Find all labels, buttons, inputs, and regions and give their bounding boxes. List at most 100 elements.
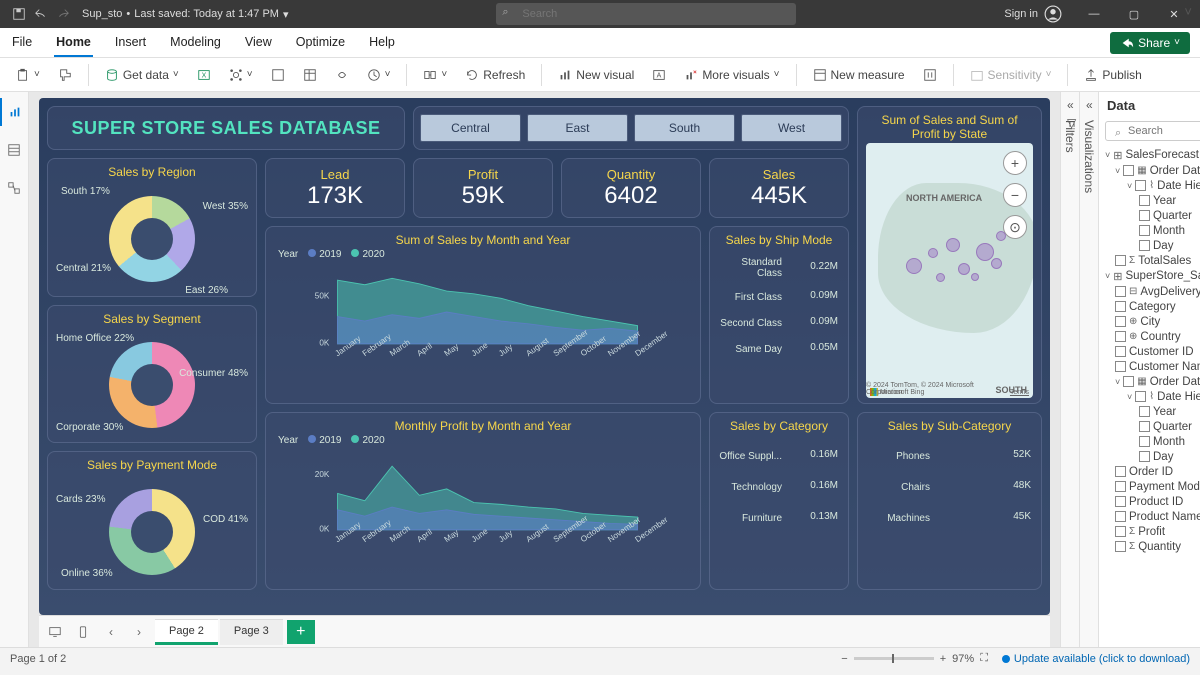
table-item[interactable]: ˅⊞SalesForecast [1103,147,1200,163]
field-item[interactable]: Payment Mode [1103,479,1200,494]
page-next-icon[interactable]: › [127,620,151,644]
minimize-button[interactable]: — [1076,0,1112,28]
tab-insert[interactable]: Insert [113,29,148,57]
tab-modeling[interactable]: Modeling [168,29,223,57]
filename[interactable]: Sup_sto • Last saved: Today at 1:47 PM ▾ [82,8,288,21]
tab-view[interactable]: View [243,29,274,57]
map-lasso-icon[interactable]: ⊙ [1003,215,1027,239]
field-item[interactable]: Day [1103,238,1200,253]
field-item[interactable]: Customer ID [1103,344,1200,359]
visualizations-panel-collapsed[interactable]: « Visualizations [1079,92,1098,647]
recent-button[interactable]: ˅ [361,65,397,85]
field-item[interactable]: ΣQuantity [1103,539,1200,554]
dashboard-title-card[interactable]: SUPER STORE SALES DATABASE [47,106,405,150]
field-item[interactable]: Product ID [1103,494,1200,509]
kpi-sales[interactable]: Sales445K [709,158,849,218]
more-visuals-button[interactable]: More visuals˅ [678,65,785,85]
fit-page-icon[interactable]: ⛶ [980,652,988,665]
field-item[interactable]: ⊟AvgDelivery_D... [1103,284,1200,299]
redo-icon[interactable] [52,3,74,25]
field-item[interactable]: ⊕Country [1103,329,1200,344]
field-item[interactable]: ˅▦Order Date [1103,163,1200,178]
model-view-icon[interactable] [0,174,28,202]
desktop-view-icon[interactable] [43,620,67,644]
profit-linechart-card[interactable]: Monthly Profit by Month and Year Year201… [265,412,701,590]
report-view-icon[interactable] [0,98,28,126]
category-bar-card[interactable]: Sales by Category Office Suppl...0.16MTe… [709,412,849,590]
update-available-link[interactable]: Update available (click to download) [1002,653,1190,665]
page-prev-icon[interactable]: ‹ [99,620,123,644]
undo-icon[interactable] [30,3,52,25]
format-painter-button[interactable] [52,65,78,85]
report-canvas[interactable]: SUPER STORE SALES DATABASE CentralEastSo… [39,98,1050,615]
map-visual[interactable]: NORTH AMERICA SOUTH + − ⊙ Microsoft Bing [866,143,1033,398]
region-slicer[interactable]: CentralEastSouthWest [413,106,849,150]
field-item[interactable]: ˅▦Order Date [1103,374,1200,389]
page-tab[interactable]: Page 2 [155,619,218,645]
region-donut-card[interactable]: Sales by Region South 17% West 35% Centr… [47,158,257,297]
kpi-lead[interactable]: Lead173K [265,158,405,218]
field-item[interactable]: ⊕City [1103,314,1200,329]
kpi-profit[interactable]: Profit59K [413,158,553,218]
sales-linechart-card[interactable]: Sum of Sales by Month and Year Year20192… [265,226,701,404]
subcategory-bar-card[interactable]: Sales by Sub-Category Phones52KChairs48K… [857,412,1042,590]
zoom-out-icon[interactable]: − [841,653,847,665]
maximize-button[interactable]: ▢ [1116,0,1152,28]
map-terms-link[interactable]: Terms [1010,389,1029,396]
tab-file[interactable]: File [10,29,34,57]
field-item[interactable]: Customer Name [1103,359,1200,374]
expand-filters-icon[interactable]: « [1067,98,1074,112]
publish-button[interactable]: Publish [1078,65,1147,85]
map-zoom-in-icon[interactable]: + [1003,151,1027,175]
enter-data-button[interactable] [297,65,323,85]
field-item[interactable]: Quarter [1103,419,1200,434]
refresh-button[interactable]: Refresh [459,65,531,85]
field-item[interactable]: Year [1103,404,1200,419]
slicer-west[interactable]: West [741,114,842,142]
mobile-view-icon[interactable] [71,620,95,644]
page-tab[interactable]: Page 3 [220,619,283,645]
field-item[interactable]: ˅⌇Date Hierarc... [1103,178,1200,193]
payment-donut-card[interactable]: Sales by Payment Mode Cards 23% COD 41% … [47,451,257,590]
map-card[interactable]: Sum of Sales and Sum of Profit by State … [857,106,1042,404]
zoom-control[interactable]: −+97%⛶ [841,652,988,665]
textbox-button[interactable]: A [646,65,672,85]
kpi-quantity[interactable]: Quantity6402 [561,158,701,218]
field-item[interactable]: ΣProfit [1103,524,1200,539]
quick-measure-button[interactable] [917,65,943,85]
ship-bar-card[interactable]: Sales by Ship Mode Standard Class0.22MFi… [709,226,849,404]
slicer-central[interactable]: Central [420,114,521,142]
table-view-icon[interactable] [0,136,28,164]
datahub-button[interactable]: ˅ [223,65,259,85]
field-item[interactable]: Quarter [1103,208,1200,223]
search-input[interactable] [496,3,796,25]
tab-home[interactable]: Home [54,29,93,57]
field-item[interactable]: Year [1103,193,1200,208]
field-item[interactable]: Product Name [1103,509,1200,524]
field-item[interactable]: Category [1103,299,1200,314]
slicer-south[interactable]: South [634,114,735,142]
field-item[interactable]: Month [1103,434,1200,449]
segment-donut-card[interactable]: Sales by Segment Home Office 22% Consume… [47,305,257,444]
ribbon-collapse-icon[interactable]: ˅ [1184,4,1192,19]
field-item[interactable]: Month [1103,223,1200,238]
signin-button[interactable]: Sign in [1004,5,1062,23]
slicer-east[interactable]: East [527,114,628,142]
dataverse-button[interactable] [329,65,355,85]
get-data-button[interactable]: Get data˅ [99,65,185,85]
add-page-button[interactable]: + [287,620,315,644]
table-item[interactable]: ˅⊞SuperStore_Sales_Dat... [1103,268,1200,284]
field-item[interactable]: Day [1103,449,1200,464]
tab-optimize[interactable]: Optimize [294,29,347,57]
new-measure-button[interactable]: New measure [807,65,911,85]
excel-button[interactable]: X [191,65,217,85]
new-visual-button[interactable]: New visual [552,65,640,85]
paste-button[interactable]: ˅ [10,65,46,85]
expand-viz-icon[interactable]: « [1086,98,1093,112]
field-item[interactable]: ΣTotalSales [1103,253,1200,268]
field-item[interactable]: ˅⌇Date Hierarc... [1103,389,1200,404]
field-item[interactable]: Order ID [1103,464,1200,479]
tab-help[interactable]: Help [367,29,397,57]
sql-button[interactable] [265,65,291,85]
zoom-in-icon[interactable]: + [940,653,946,665]
